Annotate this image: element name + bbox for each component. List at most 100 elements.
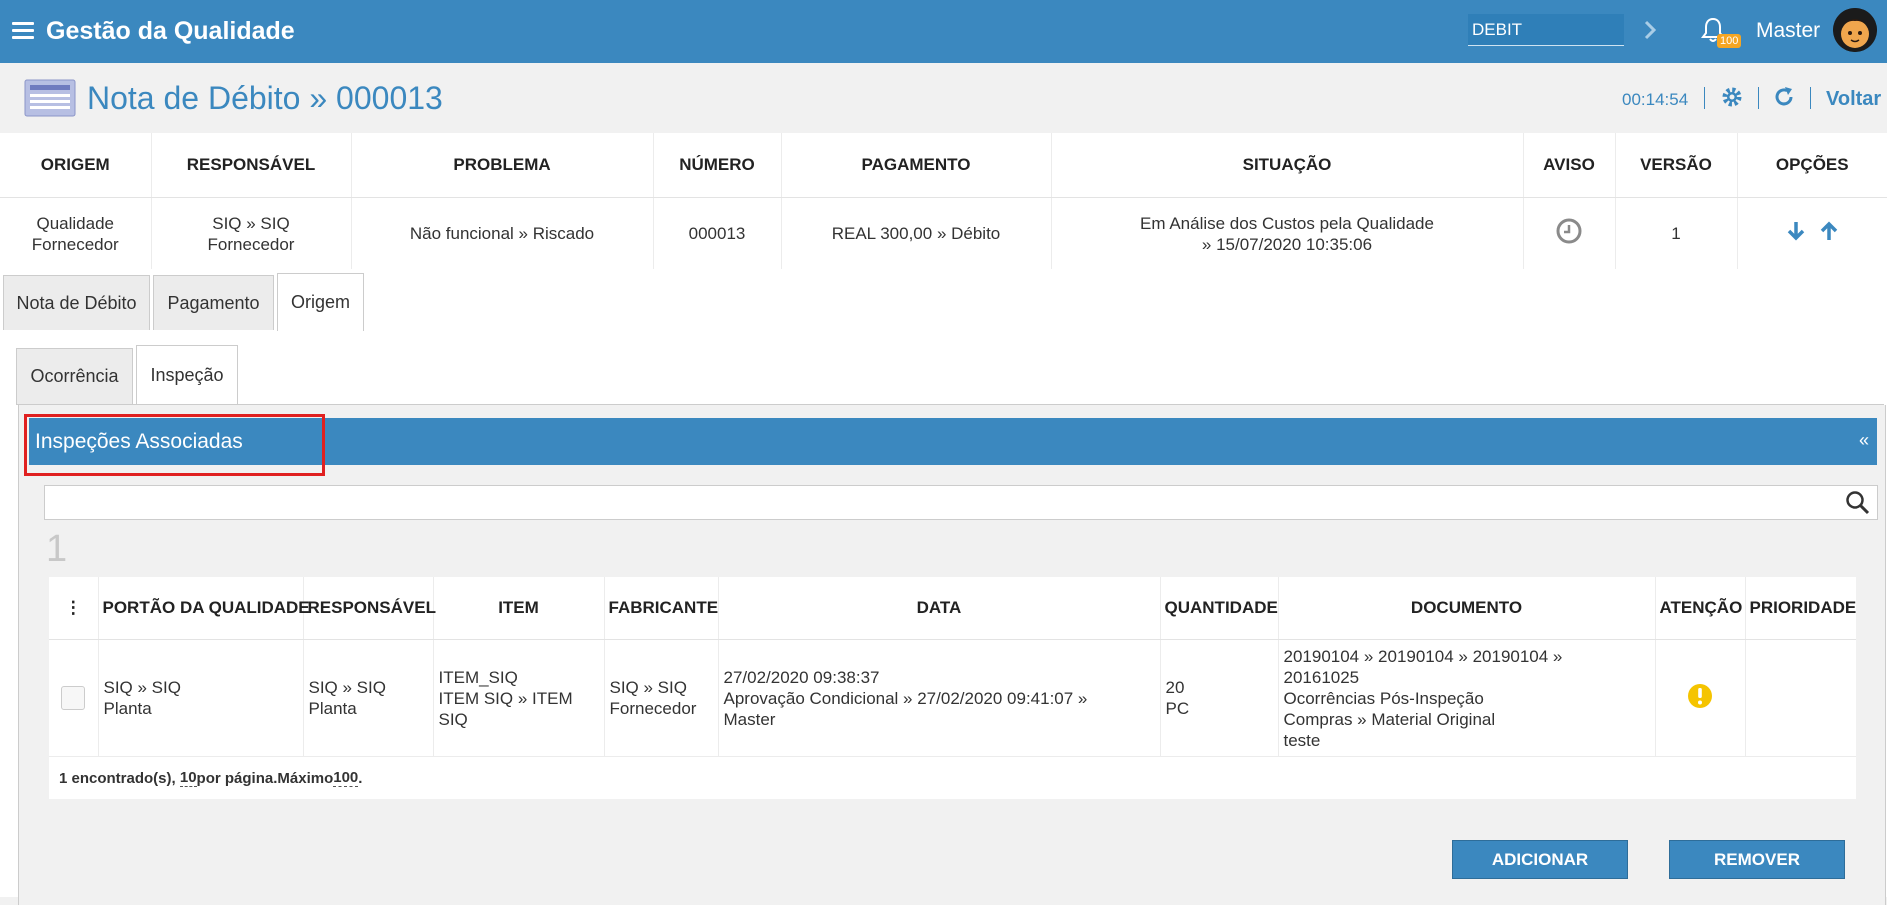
manufacturer-cell: SIQ » SIQ Fornecedor [604, 639, 719, 756]
gear-icon[interactable] [1720, 85, 1744, 109]
column-header: ATENÇÃO [1655, 577, 1746, 640]
column-header: ITEM [433, 577, 605, 640]
origin-line: Fornecedor [31, 234, 119, 254]
column-header: ORIGEM [0, 133, 152, 198]
tab-inspecao[interactable]: Inspeção [136, 345, 238, 405]
cell-line: 27/02/2020 09:38:37 [723, 667, 880, 687]
environment-input[interactable] [1468, 14, 1624, 46]
cell-line: 20161025 [1283, 667, 1360, 687]
arrow-down-icon[interactable] [1785, 220, 1807, 242]
column-header: OPÇÕES [1737, 133, 1887, 198]
cell-line: Planta [103, 699, 152, 718]
exclamation-warning-icon [1688, 683, 1712, 708]
status-line: Em Análise dos Custos pela Qualidade [1140, 213, 1434, 233]
tab-nota-de-debito[interactable]: Nota de Débito [3, 275, 150, 330]
user-name[interactable]: Master [1756, 19, 1820, 43]
main-tabs: Nota de Débito Pagamento Origem [0, 269, 1887, 332]
number-cell: 000013 [653, 197, 782, 269]
hamburger-menu-icon[interactable] [12, 22, 34, 40]
cell-line: SIQ » SIQ [308, 678, 386, 697]
max-selector[interactable]: 100 [333, 769, 359, 787]
origin-line: Qualidade [36, 213, 114, 233]
row-select-cell [49, 639, 99, 756]
refresh-icon[interactable] [1772, 85, 1796, 109]
column-header: RESPONSÁVEL [303, 577, 436, 640]
date-cell: 27/02/2020 09:38:37 Aprovação Condicional… [718, 639, 1161, 756]
tab-pagamento[interactable]: Pagamento [153, 275, 274, 330]
cell-line: Planta [308, 699, 357, 718]
item-cell: ITEM_SIQ ITEM SIQ » ITEM SIQ [433, 639, 605, 756]
cell-line: PC [1165, 699, 1190, 718]
cell-line: Ocorrências Pós-Inspeção [1283, 688, 1484, 708]
notification-badge: 100 [1717, 34, 1742, 48]
add-button[interactable]: ADICIONAR [1452, 840, 1628, 879]
warning-cell [1523, 197, 1616, 269]
attention-cell [1655, 639, 1746, 756]
cell-line: ITEM_SIQ [438, 667, 518, 687]
tab-ocorrencia[interactable]: Ocorrência [16, 348, 133, 404]
search-icon[interactable] [1845, 490, 1871, 516]
cell-line: 20 [1165, 678, 1185, 697]
table-footer: 1 encontrado(s), 10 por página.Máximo 10… [49, 756, 1856, 799]
document-cell: 20190104 » 20190104 » 20190104 » 20161025… [1278, 639, 1656, 756]
avatar[interactable] [1833, 8, 1877, 52]
page-title: Nota de Débito » 000013 [87, 80, 443, 116]
column-header: FABRICANTE [604, 577, 719, 640]
arrow-up-icon[interactable] [1818, 220, 1840, 242]
divider [1810, 87, 1811, 109]
column-header: PROBLEMA [351, 133, 654, 198]
quality-gate-cell: SIQ » SIQ Planta [98, 639, 304, 756]
search-input[interactable] [44, 485, 1878, 520]
responsible-line: Fornecedor [207, 234, 295, 254]
tab-origem[interactable]: Origem [277, 273, 364, 331]
options-cell [1737, 198, 1887, 270]
divider [1758, 87, 1759, 109]
row-checkbox[interactable] [61, 686, 86, 710]
column-header: PRIORIDADE [1745, 577, 1856, 640]
priority-cell [1745, 640, 1856, 757]
clock-icon [1556, 218, 1582, 244]
cell-line: Aprovação Condicional » 27/02/2020 09:41… [723, 688, 1088, 708]
column-header: DATA [718, 577, 1161, 640]
found-count: 1 encontrado(s), [59, 769, 176, 787]
origin-tab-content: Ocorrência Inspeção Inspeções Associadas… [0, 331, 1887, 905]
origin-cell: Qualidade Fornecedor [0, 197, 152, 269]
highlight-box [24, 414, 325, 476]
footer-end: . [358, 769, 363, 787]
collapse-icon[interactable]: « [1859, 430, 1869, 451]
cell-line: Master [723, 709, 776, 729]
cell-line: Fornecedor [609, 699, 697, 718]
responsible-line: SIQ » SIQ [212, 213, 290, 233]
problem-cell: Não funcional » Riscado [351, 197, 654, 269]
inspections-table: ⋮ PORTÃO DA QUALIDADE RESPONSÁVEL ITEM F… [49, 577, 1856, 799]
page-header: Nota de Débito » 000013 00:14:54 Voltar [0, 63, 1887, 133]
per-page-label: por página.Máximo [196, 769, 334, 787]
cell-line: SIQ » SIQ [103, 678, 181, 697]
cell-line: 20190104 » 20190104 » 20190104 » [1283, 646, 1563, 666]
column-header: PORTÃO DA QUALIDADE [98, 577, 310, 640]
divider [1704, 87, 1705, 109]
column-options-header[interactable]: ⋮ [49, 577, 99, 640]
column-header: RESPONSÁVEL [151, 133, 352, 198]
pagination-page[interactable]: 1 [46, 528, 67, 571]
form-document-icon [24, 79, 76, 117]
cell-line: teste [1283, 730, 1321, 750]
summary-table: ORIGEM RESPONSÁVEL PROBLEMA NÚMERO PAGAM… [0, 133, 1887, 269]
cell-line: SIQ » SIQ [609, 678, 687, 697]
column-header: SITUAÇÃO [1051, 133, 1524, 198]
column-header: VERSÃO [1615, 133, 1738, 198]
column-header: NÚMERO [653, 133, 782, 198]
column-header: AVISO [1523, 133, 1616, 198]
payment-cell: REAL 300,00 » Débito [781, 197, 1052, 269]
per-page-selector[interactable]: 10 [179, 769, 197, 787]
cell-line: ITEM SIQ » ITEM [438, 688, 573, 708]
version-cell: 1 [1615, 197, 1738, 269]
associated-inspections-panel: Inspeções Associadas « 1 ⋮ PORTÃO DA QUA… [18, 405, 1886, 905]
top-bar: Gestão da Qualidade 100 Master [0, 0, 1887, 63]
table-row[interactable]: SIQ » SIQ Planta SIQ » SIQ Planta ITEM_SIQ… [49, 639, 1856, 757]
chevron-right-icon[interactable] [1640, 18, 1660, 42]
remove-button[interactable]: REMOVER [1669, 840, 1845, 879]
column-header: QUANTIDADE [1160, 577, 1279, 640]
responsible-cell: SIQ » SIQ Planta [303, 639, 434, 756]
back-link[interactable]: Voltar [1826, 88, 1881, 111]
